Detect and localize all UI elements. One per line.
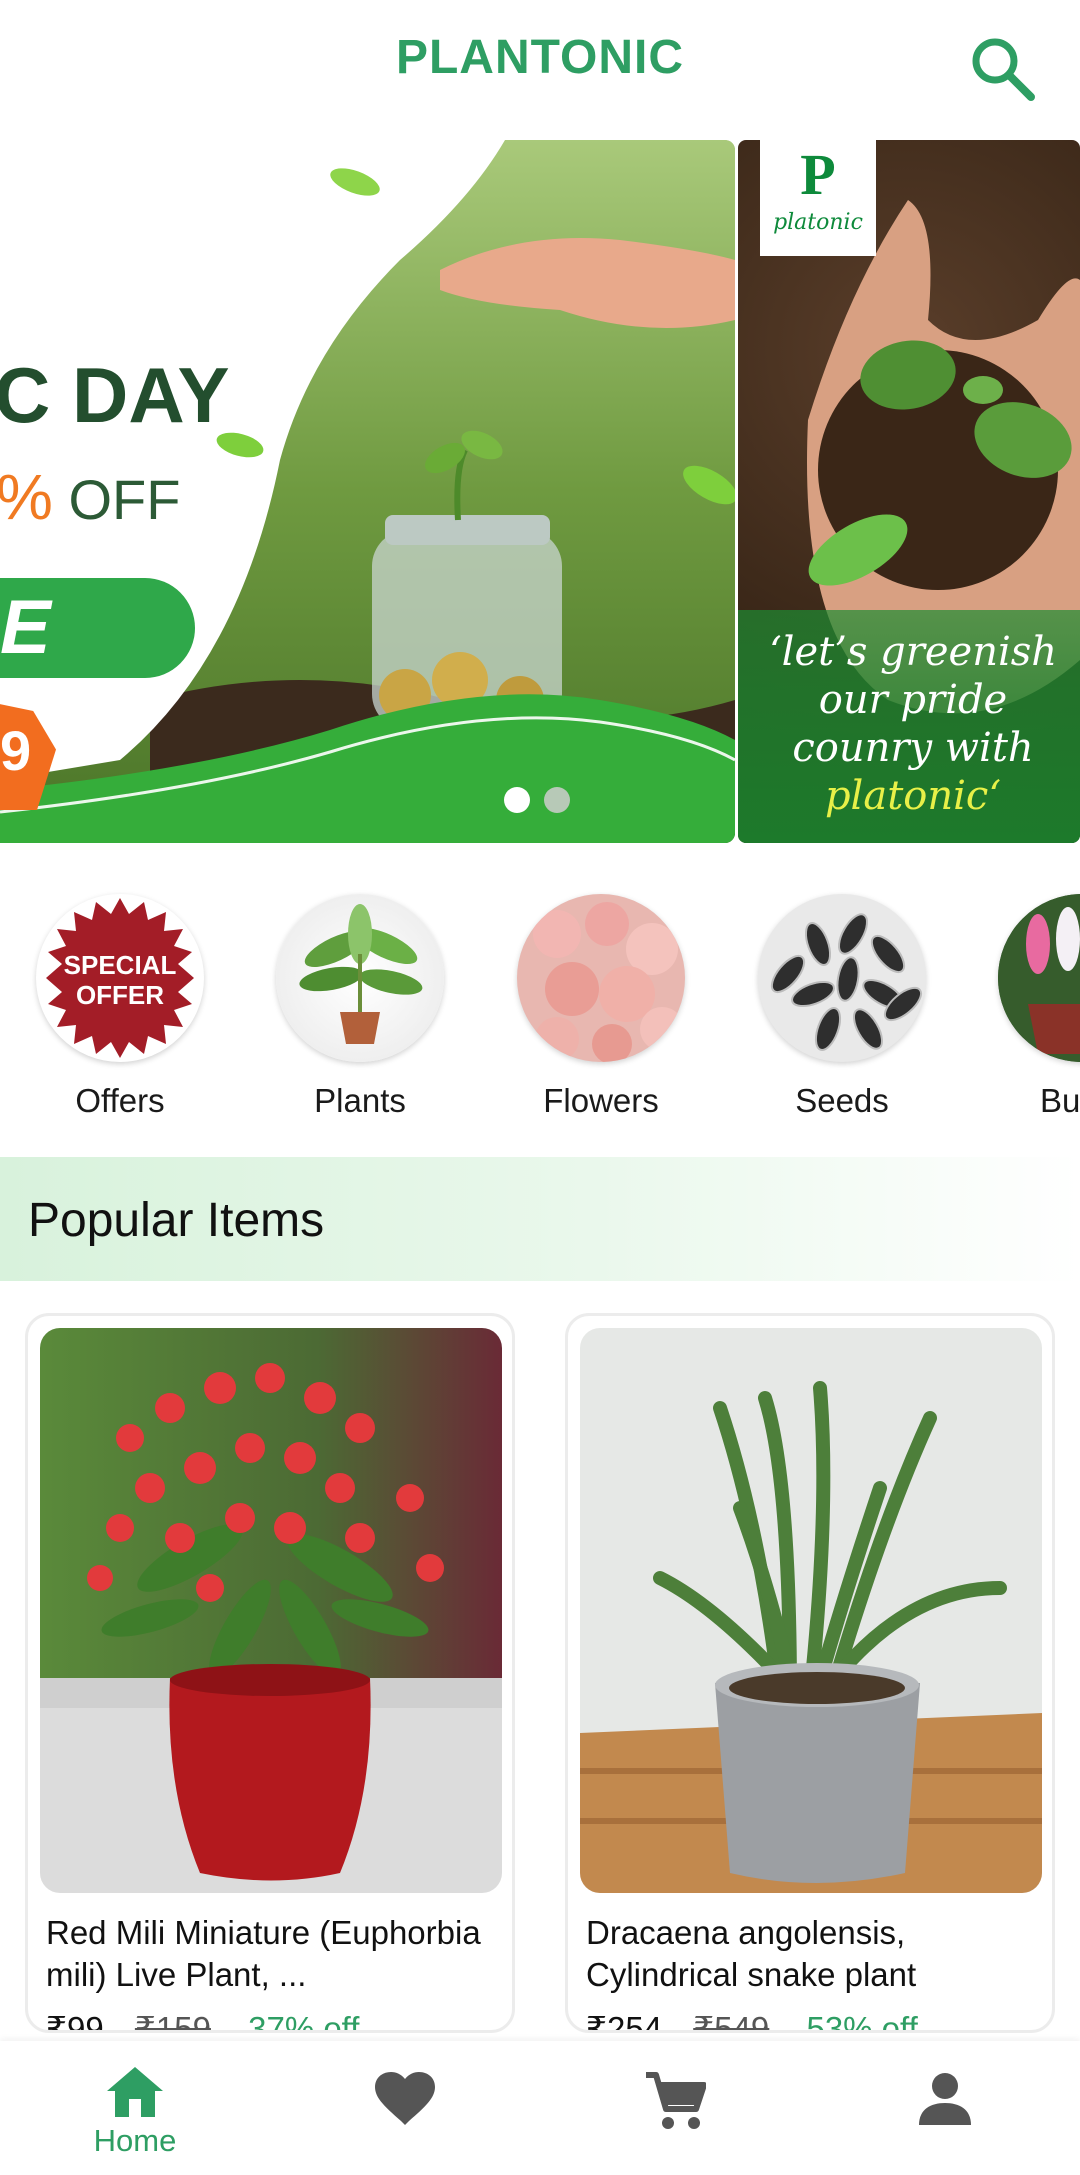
- seeds-image: [758, 894, 926, 1062]
- category-strip[interactable]: SPECIAL OFFER Offers Plants Flowers Seed…: [0, 880, 1080, 1130]
- offer-text: OFF: [68, 468, 181, 531]
- product-image[interactable]: [40, 1328, 502, 1893]
- search-icon: [972, 38, 1035, 101]
- roses-icon: [533, 902, 684, 1062]
- quote-highlight: platonic‘: [824, 773, 1002, 819]
- flowers-image: [517, 894, 685, 1062]
- product-name: Dracaena angolensis, Cylindrical snake p…: [586, 1914, 917, 1993]
- offer-percent: %: [0, 461, 53, 533]
- product-discount: 53% off: [806, 2010, 918, 2033]
- carousel-dot[interactable]: [544, 787, 570, 813]
- banner-quote: ‘let’s greenish our pride counry with pl…: [748, 628, 1078, 820]
- bottom-navigation: Home: [0, 2041, 1080, 2175]
- banner-carousel[interactable]: C DAY % OFF E 9 P platonic ‘let’s greeni…: [0, 140, 1080, 843]
- banner-slide-2[interactable]: P platonic ‘let’s greenish our pride cou…: [738, 140, 1080, 843]
- category-bulbs[interactable]: Bu: [962, 894, 1080, 1120]
- carousel-indicator: [504, 787, 570, 813]
- brand-logo: P platonic: [760, 140, 876, 256]
- product-name: Red Mili Miniature (Euphorbia mili) Live…: [46, 1914, 481, 1993]
- logo-letter: P: [800, 142, 836, 207]
- plant-pot-icon: [299, 904, 423, 1044]
- product-mrp: ₹159: [134, 2010, 211, 2033]
- nav-wishlist[interactable]: [270, 2041, 540, 2175]
- nav-home-label: Home: [93, 2123, 177, 2158]
- offer-badge-image: SPECIAL OFFER: [36, 894, 204, 1062]
- category-label: Flowers: [543, 1082, 659, 1119]
- bulbs-image: [998, 894, 1080, 1062]
- product-mrp: ₹549: [693, 2010, 770, 2033]
- person-icon: [919, 2073, 971, 2125]
- section-title: Popular Items: [28, 1194, 325, 1247]
- price-row: ₹99 ₹159 37% off: [46, 2009, 360, 2033]
- special-text: SPECIAL: [64, 950, 177, 980]
- product-price: ₹254: [586, 2010, 663, 2033]
- category-seeds[interactable]: Seeds: [722, 894, 962, 1120]
- sunflower-seeds-icon: [770, 913, 923, 1051]
- cart-icon: [646, 2072, 706, 2129]
- product-discount: 37% off: [248, 2010, 360, 2033]
- quote-text: ‘let’s greenish our pride counry with: [768, 629, 1058, 771]
- plants-image: [276, 894, 444, 1062]
- nav-home[interactable]: Home: [0, 2041, 270, 2175]
- heart-icon: [375, 2072, 435, 2125]
- app-bar: PLANTONIC: [0, 0, 1080, 140]
- special-offer-icon: SPECIAL OFFER: [46, 898, 194, 1058]
- banner-cta[interactable]: E: [0, 578, 195, 678]
- logo-brand: platonic: [773, 210, 863, 235]
- category-label: Seeds: [795, 1082, 889, 1119]
- app-title: PLANTONIC: [395, 31, 685, 84]
- category-offers[interactable]: SPECIAL OFFER Offers: [0, 894, 240, 1120]
- offer-text: OFFER: [76, 980, 164, 1010]
- product-card[interactable]: Red Mili Miniature (Euphorbia mili) Live…: [25, 1313, 515, 2033]
- product-image[interactable]: [580, 1328, 1042, 1893]
- category-plants[interactable]: Plants: [240, 894, 480, 1120]
- banner-offer: % OFF: [0, 460, 180, 534]
- nav-cart[interactable]: [540, 2041, 810, 2175]
- category-label: Offers: [75, 1082, 165, 1119]
- carousel-dot-active[interactable]: [504, 787, 530, 813]
- search-button[interactable]: [962, 28, 1042, 108]
- product-price: ₹99: [46, 2010, 104, 2033]
- popular-items-header: Popular Items: [0, 1157, 1080, 1281]
- hyacinth-icon: [998, 894, 1080, 1062]
- banner-headline: C DAY: [0, 351, 230, 439]
- category-label: Plants: [314, 1082, 406, 1119]
- price-row: ₹254 ₹549 53% off: [586, 2009, 918, 2033]
- snake-plant-image: [580, 1328, 1042, 1893]
- red-mili-plant-image: [40, 1328, 502, 1893]
- product-card[interactable]: Dracaena angolensis, Cylindrical snake p…: [565, 1313, 1055, 2033]
- category-flowers[interactable]: Flowers: [481, 894, 721, 1120]
- category-label: Bu: [1040, 1082, 1080, 1119]
- home-icon: [107, 2067, 163, 2117]
- banner-slide-1[interactable]: C DAY % OFF E 9: [0, 140, 735, 843]
- nav-profile[interactable]: [810, 2041, 1080, 2175]
